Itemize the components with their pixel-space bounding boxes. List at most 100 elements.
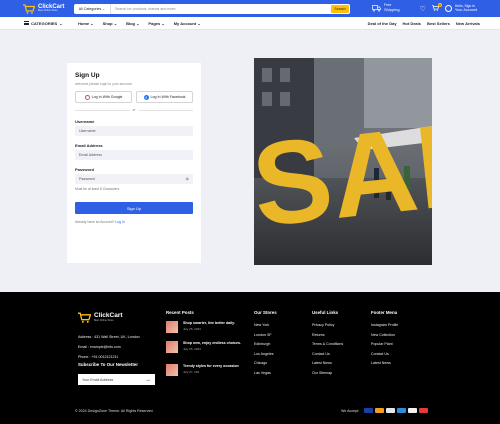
footer-menu-link[interactable]: Latest News — [371, 361, 398, 371]
nav-blog-label: Blog — [126, 20, 135, 26]
nav-blog[interactable]: Blog ⌄ — [126, 21, 139, 26]
store-link[interactable]: Los Angeles — [254, 352, 274, 362]
password-placeholder: Password — [79, 177, 95, 181]
free-shipping: Free Shipping — [372, 3, 400, 12]
post-title: Shop smarter, live better daily. — [183, 321, 235, 325]
discover-icon — [408, 408, 418, 413]
post-date: July 25, 2024 — [183, 347, 201, 351]
nav-new-arrivals[interactable]: New Arrivals — [456, 21, 480, 26]
newsletter-title: Subscribe To Our Newsletter — [78, 362, 138, 367]
nav-deal-of-the-day[interactable]: Deal of the Day — [368, 21, 397, 26]
nav-best-sellers[interactable]: Best Sellers — [427, 21, 450, 26]
menu-icon — [24, 21, 29, 26]
useful-link[interactable]: Our Sitemap — [312, 371, 343, 381]
account-menu[interactable]: Hello, Sign In Your Account — [444, 4, 478, 13]
post-title: Trendy styles for every occasion — [183, 364, 239, 368]
search-bar: All Categories ⌄ Search for products, br… — [74, 3, 350, 14]
nav-my-account-label: My Account — [173, 20, 197, 26]
paypal-icon — [386, 408, 396, 413]
amex-icon — [397, 408, 407, 413]
top-bar: ClickCart Best Online Store All Categori… — [0, 0, 500, 17]
useful-link[interactable]: Latest News — [312, 361, 343, 371]
address-text: Address : 431 Wall Street, UK, London — [78, 335, 140, 339]
payment-methods: We Accept: — [341, 408, 429, 413]
categories-label: CATEGORIES — [31, 20, 58, 26]
login-link[interactable]: Log In — [115, 220, 124, 224]
already-label: Already have an Account? — [75, 220, 115, 224]
categories-button[interactable]: CATEGORIES ⌄ — [24, 21, 76, 26]
or-label: or — [132, 108, 136, 112]
nav-pages[interactable]: Pages ⌄ — [148, 21, 164, 26]
accept-label: We Accept: — [341, 408, 360, 413]
card-icon — [419, 408, 429, 413]
search-input[interactable]: Search for products, brands and more — [111, 7, 331, 11]
email-field[interactable]: Email Address — [75, 150, 193, 160]
nav-my-account[interactable]: My Account ⌄ — [174, 21, 201, 26]
facebook-login-label: Log In With Facebook — [150, 95, 186, 99]
store-link[interactable]: New York — [254, 323, 274, 333]
cart-logo-icon — [78, 312, 91, 323]
logo[interactable]: ClickCart Best Online Store — [23, 3, 71, 14]
recent-post[interactable]: Shop new, enjoy endless choices. July 25,… — [166, 341, 245, 353]
visa-icon — [364, 408, 374, 413]
store-link[interactable]: London SF — [254, 333, 274, 343]
footer-logo[interactable]: ClickCart Best Online Store — [78, 312, 123, 323]
recent-posts-title: Recent Posts — [166, 310, 194, 315]
post-date: July 25, 2024 — [183, 327, 201, 331]
cart-logo-icon — [23, 3, 35, 14]
signup-button[interactable]: Sign Up — [75, 202, 193, 214]
footer: ClickCart Best Online Store Address : 43… — [0, 292, 500, 424]
already-account-text: Already have an Account? Log In — [75, 220, 193, 224]
google-login-button[interactable]: Log In With Google — [75, 91, 132, 103]
username-field[interactable]: Username — [75, 126, 193, 136]
nav-shop[interactable]: Shop ⌄ — [103, 21, 117, 26]
google-icon — [84, 94, 90, 100]
nav-home[interactable]: Home ⌄ — [78, 21, 94, 26]
signup-welcome: welcome please login to your account — [75, 82, 132, 86]
nav-hot-deals[interactable]: Hot Deals — [403, 21, 421, 26]
post-title: Shop new, enjoy endless choices. — [183, 341, 241, 345]
password-field[interactable]: Password ◉ — [75, 174, 193, 184]
stores-list: New York London SF Edinburgh Los Angeles… — [254, 323, 274, 381]
recent-post[interactable]: Trendy styles for every occasion July 27,… — [166, 364, 245, 376]
useful-link[interactable]: Contact Us — [312, 352, 343, 362]
post-thumbnail — [166, 364, 178, 376]
useful-link[interactable]: Terms & Conditions — [312, 342, 343, 352]
arrow-right-icon[interactable]: → — [145, 377, 151, 383]
footer-menu-title: Footer Menu — [371, 310, 398, 315]
recent-post[interactable]: Shop smarter, live better daily. July 25,… — [166, 321, 245, 333]
post-thumbnail — [166, 341, 178, 353]
facebook-icon: f — [143, 94, 149, 100]
useful-link[interactable]: Privacy Policy — [312, 323, 343, 333]
user-icon — [444, 5, 452, 12]
category-select[interactable]: All Categories ⌄ — [74, 3, 111, 14]
footer-menu-link[interactable]: Popular Plant — [371, 342, 398, 352]
or-divider: or — [75, 108, 194, 112]
store-link[interactable]: Edinburgh — [254, 342, 274, 352]
sale-photo: SALE — [254, 58, 432, 265]
brand-tagline: Best Online Store — [38, 9, 58, 13]
account-line2: Your Account — [454, 8, 478, 13]
search-button[interactable]: Search — [331, 4, 349, 13]
contact-info: Address : 431 Wall Street, UK, London Em… — [78, 332, 140, 362]
email-label: Email Address — [75, 143, 103, 148]
cart-count-badge: 0 — [437, 2, 442, 7]
useful-link[interactable]: Returns — [312, 333, 343, 343]
footer-menu-link[interactable]: Instagram Profile — [371, 323, 398, 333]
store-link[interactable]: Chicago — [254, 361, 274, 371]
nav-pages-label: Pages — [148, 20, 161, 26]
eye-icon[interactable]: ◉ — [186, 176, 190, 181]
facebook-login-button[interactable]: f Log In With Facebook — [136, 91, 193, 103]
signup-title: Sign Up — [75, 72, 100, 79]
cart-button[interactable]: 0 — [431, 2, 442, 13]
email-text: Email : example@info.com — [78, 345, 121, 349]
sale-promo-image: SALE — [254, 58, 432, 265]
newsletter-input[interactable]: Your Email Address → — [78, 374, 155, 385]
heart-icon[interactable]: ♡ — [420, 5, 426, 13]
footer-menu-link[interactable]: Contact Us — [371, 352, 398, 362]
footer-menu-link[interactable]: New Collection — [371, 333, 398, 343]
password-label: Password — [75, 167, 94, 172]
footer-brand-tagline: Best Online Store — [94, 318, 114, 322]
phone-text: Phone : +91 0012121211 — [78, 355, 119, 359]
store-link[interactable]: Las Vegas — [254, 371, 274, 381]
